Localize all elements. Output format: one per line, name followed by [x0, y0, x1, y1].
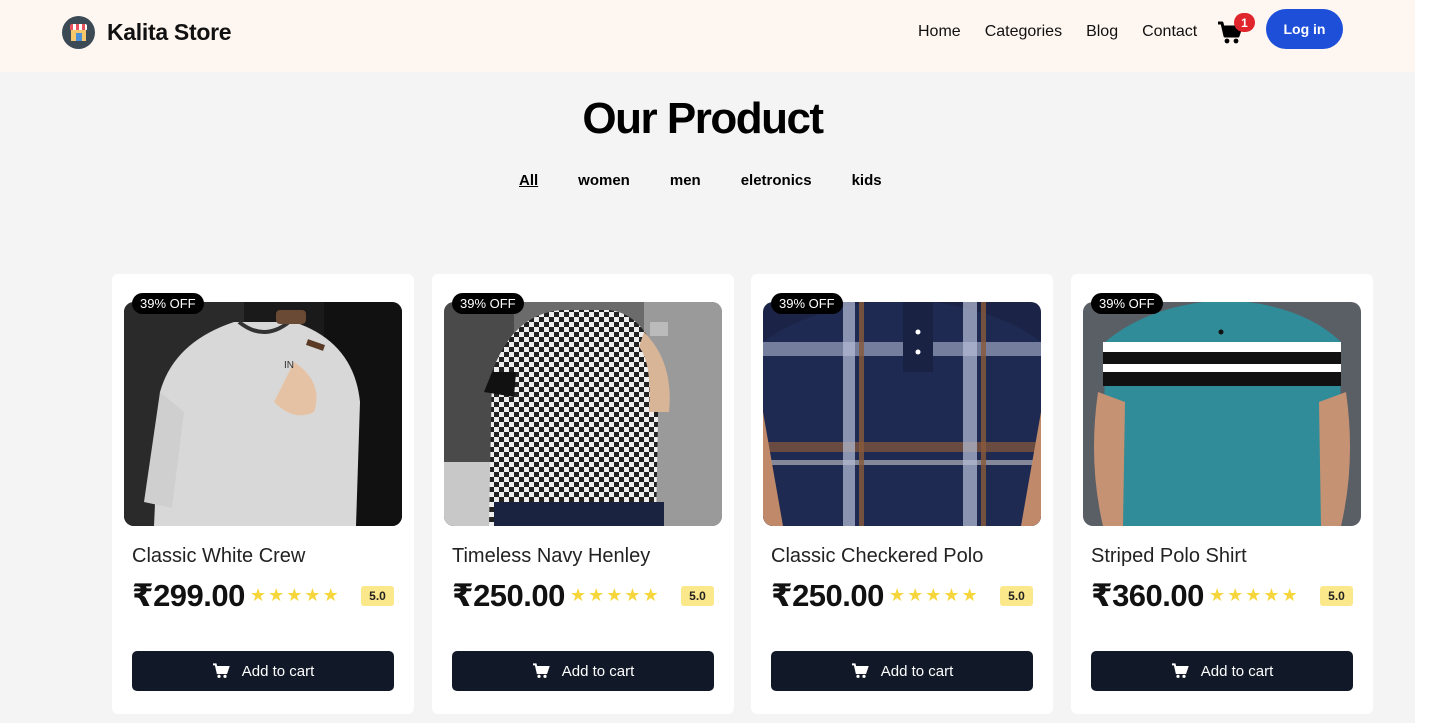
page-edge: [1415, 0, 1430, 723]
rating-badge: 5.0: [361, 586, 394, 606]
star-icon: ★: [304, 585, 321, 605]
nav-contact[interactable]: Contact: [1142, 23, 1197, 41]
rating-badge: 5.0: [681, 586, 714, 606]
product-name[interactable]: Striped Polo Shirt: [1091, 545, 1247, 568]
nav-blog[interactable]: Blog: [1086, 23, 1118, 41]
star-icon: ★: [588, 585, 605, 605]
star-rating: ★ ★ ★ ★ ★: [570, 585, 659, 605]
add-to-cart-button[interactable]: Add to cart: [132, 651, 394, 691]
star-rating: ★ ★ ★ ★ ★: [889, 585, 978, 605]
store-logo-icon: [62, 16, 95, 49]
navbar: Kalita Store Home Categories Blog Contac…: [0, 0, 1415, 72]
svg-text:IN: IN: [284, 360, 294, 371]
cart-icon: [212, 663, 230, 678]
product-name[interactable]: Classic Checkered Polo: [771, 545, 983, 568]
filter-electronics[interactable]: eletronics: [741, 172, 812, 189]
login-button[interactable]: Log in: [1266, 9, 1343, 49]
product-card[interactable]: 39% OFF Striped Polo Shirt ₹360.00 ★ ★ ★ ★ ★…: [1071, 274, 1373, 714]
cart-icon: [532, 663, 550, 678]
discount-badge: 39% OFF: [452, 293, 524, 314]
star-icon: ★: [1227, 585, 1244, 605]
nav-home[interactable]: Home: [918, 23, 961, 41]
add-to-cart-button[interactable]: Add to cart: [771, 651, 1033, 691]
discount-badge: 39% OFF: [1091, 293, 1163, 314]
rating-badge: 5.0: [1320, 586, 1353, 606]
rating-badge: 5.0: [1000, 586, 1033, 606]
brand-name: Kalita Store: [107, 19, 232, 45]
product-price: ₹250.00: [452, 578, 565, 613]
star-rating: ★ ★ ★ ★ ★: [1209, 585, 1298, 605]
brand[interactable]: Kalita Store: [62, 16, 232, 49]
star-icon: ★: [624, 585, 641, 605]
discount-badge: 39% OFF: [771, 293, 843, 314]
star-icon: ★: [286, 585, 303, 605]
cart-count-badge: 1: [1234, 13, 1255, 32]
nav-categories[interactable]: Categories: [985, 23, 1062, 41]
cart-icon: [1171, 663, 1189, 678]
add-to-cart-label: Add to cart: [241, 662, 315, 680]
product-name[interactable]: Classic White Crew: [132, 545, 305, 568]
product-name[interactable]: Timeless Navy Henley: [452, 545, 650, 568]
star-icon: ★: [1263, 585, 1280, 605]
filter-all[interactable]: All: [519, 172, 538, 189]
star-icon: ★: [642, 585, 659, 605]
product-price: ₹250.00: [771, 578, 884, 613]
category-filters: All women men eletronics kids: [519, 172, 882, 189]
add-to-cart-label: Add to cart: [561, 662, 635, 680]
product-image[interactable]: [763, 302, 1041, 526]
add-to-cart-label: Add to cart: [1200, 662, 1274, 680]
star-icon: ★: [322, 585, 339, 605]
star-icon: ★: [889, 585, 906, 605]
star-icon: ★: [1281, 585, 1298, 605]
star-icon: ★: [570, 585, 587, 605]
filter-kids[interactable]: kids: [852, 172, 882, 189]
product-image[interactable]: [1083, 302, 1361, 526]
star-icon: ★: [961, 585, 978, 605]
star-icon: ★: [250, 585, 267, 605]
add-to-cart-button[interactable]: Add to cart: [1091, 651, 1353, 691]
discount-badge: 39% OFF: [132, 293, 204, 314]
product-price: ₹360.00: [1091, 578, 1204, 613]
add-to-cart-label: Add to cart: [880, 662, 954, 680]
filter-women[interactable]: women: [578, 172, 630, 189]
product-card[interactable]: 39% OFF Classic Checkered Polo ₹250.00 ★…: [751, 274, 1053, 714]
product-price: ₹299.00: [132, 578, 245, 613]
star-icon: ★: [943, 585, 960, 605]
star-rating: ★ ★ ★ ★ ★: [250, 585, 339, 605]
star-icon: ★: [925, 585, 942, 605]
product-card[interactable]: IN 39% OFF Classic White Crew ₹299.00 ★ ★…: [112, 274, 414, 714]
product-card[interactable]: 39% OFF Timeless Navy Henley ₹250.00 ★ ★ ★…: [432, 274, 734, 714]
product-image[interactable]: IN: [124, 302, 402, 526]
section-title: Our Product: [582, 94, 824, 143]
product-image[interactable]: [444, 302, 722, 526]
main-nav: Home Categories Blog Contact: [918, 23, 1197, 41]
filter-men[interactable]: men: [670, 172, 701, 189]
cart-icon: [851, 663, 869, 678]
star-icon: ★: [606, 585, 623, 605]
star-icon: ★: [1209, 585, 1226, 605]
star-icon: ★: [1245, 585, 1262, 605]
add-to-cart-button[interactable]: Add to cart: [452, 651, 714, 691]
star-icon: ★: [268, 585, 285, 605]
star-icon: ★: [907, 585, 924, 605]
